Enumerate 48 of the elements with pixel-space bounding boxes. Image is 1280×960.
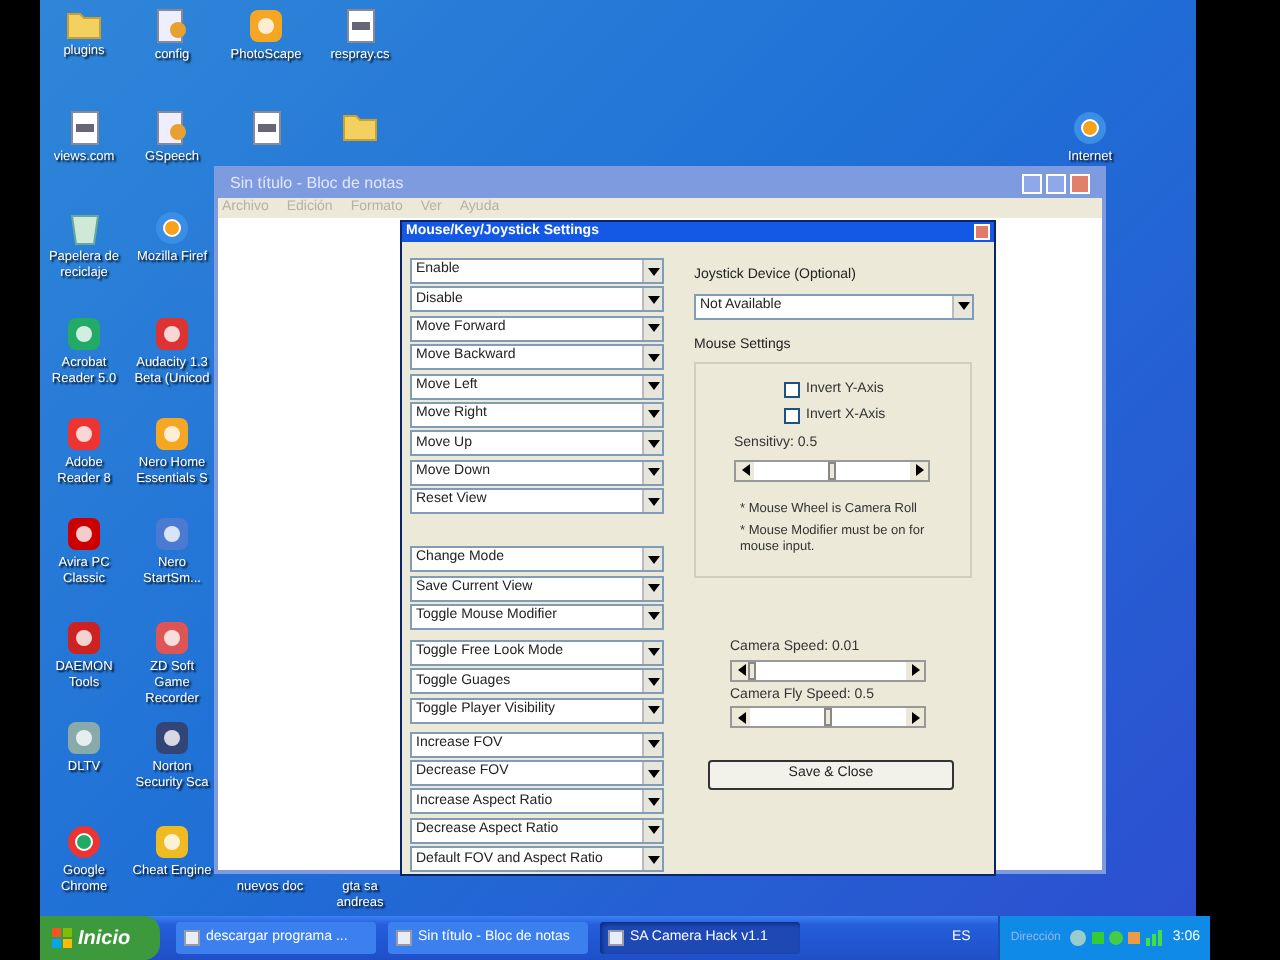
app-icon [154, 516, 190, 552]
dropdown-arrow-icon [955, 298, 971, 314]
start-button[interactable]: Inicio [40, 916, 160, 960]
folder-icon [66, 8, 102, 40]
settings-file-icon [156, 110, 188, 146]
slider-thumb[interactable] [828, 461, 836, 479]
slider[interactable] [730, 706, 926, 728]
document-icon [345, 8, 375, 44]
slider-thumb[interactable] [824, 708, 832, 726]
window-icon [184, 930, 200, 946]
app-icon [248, 8, 284, 44]
tray-icons-drawing [1068, 928, 1165, 948]
left-arrow-icon [737, 462, 753, 478]
right-arrow-icon [911, 462, 927, 478]
app-icon [154, 316, 190, 352]
app-icon [66, 416, 102, 452]
globe-icon [66, 824, 102, 860]
checkbox[interactable] [784, 382, 800, 399]
checkbox[interactable] [784, 407, 800, 424]
left-arrow-icon [733, 709, 749, 725]
window-title: Sin título - Bloc de notas [230, 172, 406, 196]
right-arrow-icon [907, 709, 923, 725]
close-button[interactable] [1070, 174, 1090, 194]
app-icon [66, 620, 102, 656]
windows-logo-icon [52, 928, 72, 948]
globe-icon [1072, 110, 1108, 146]
window-icon [608, 930, 624, 946]
folder-icon [342, 110, 378, 142]
right-arrow-icon [907, 662, 923, 678]
app-icon [154, 824, 190, 860]
app-icon [66, 516, 102, 552]
app-icon [66, 316, 102, 352]
app-icon [154, 720, 190, 756]
slider[interactable] [734, 459, 930, 481]
document-icon [69, 110, 99, 146]
app-icon [66, 720, 102, 756]
minimize-button[interactable] [1022, 174, 1042, 194]
globe-icon [154, 210, 190, 246]
window-icon [396, 930, 412, 946]
close-button[interactable] [974, 224, 990, 240]
settings-file-icon [156, 8, 188, 44]
left-arrow-icon [733, 662, 749, 678]
app-icon [154, 416, 190, 452]
slider[interactable] [730, 659, 926, 681]
document-icon [251, 110, 281, 146]
slider-thumb[interactable] [747, 661, 756, 679]
app-icon [154, 620, 190, 656]
maximize-button[interactable] [1046, 174, 1066, 194]
